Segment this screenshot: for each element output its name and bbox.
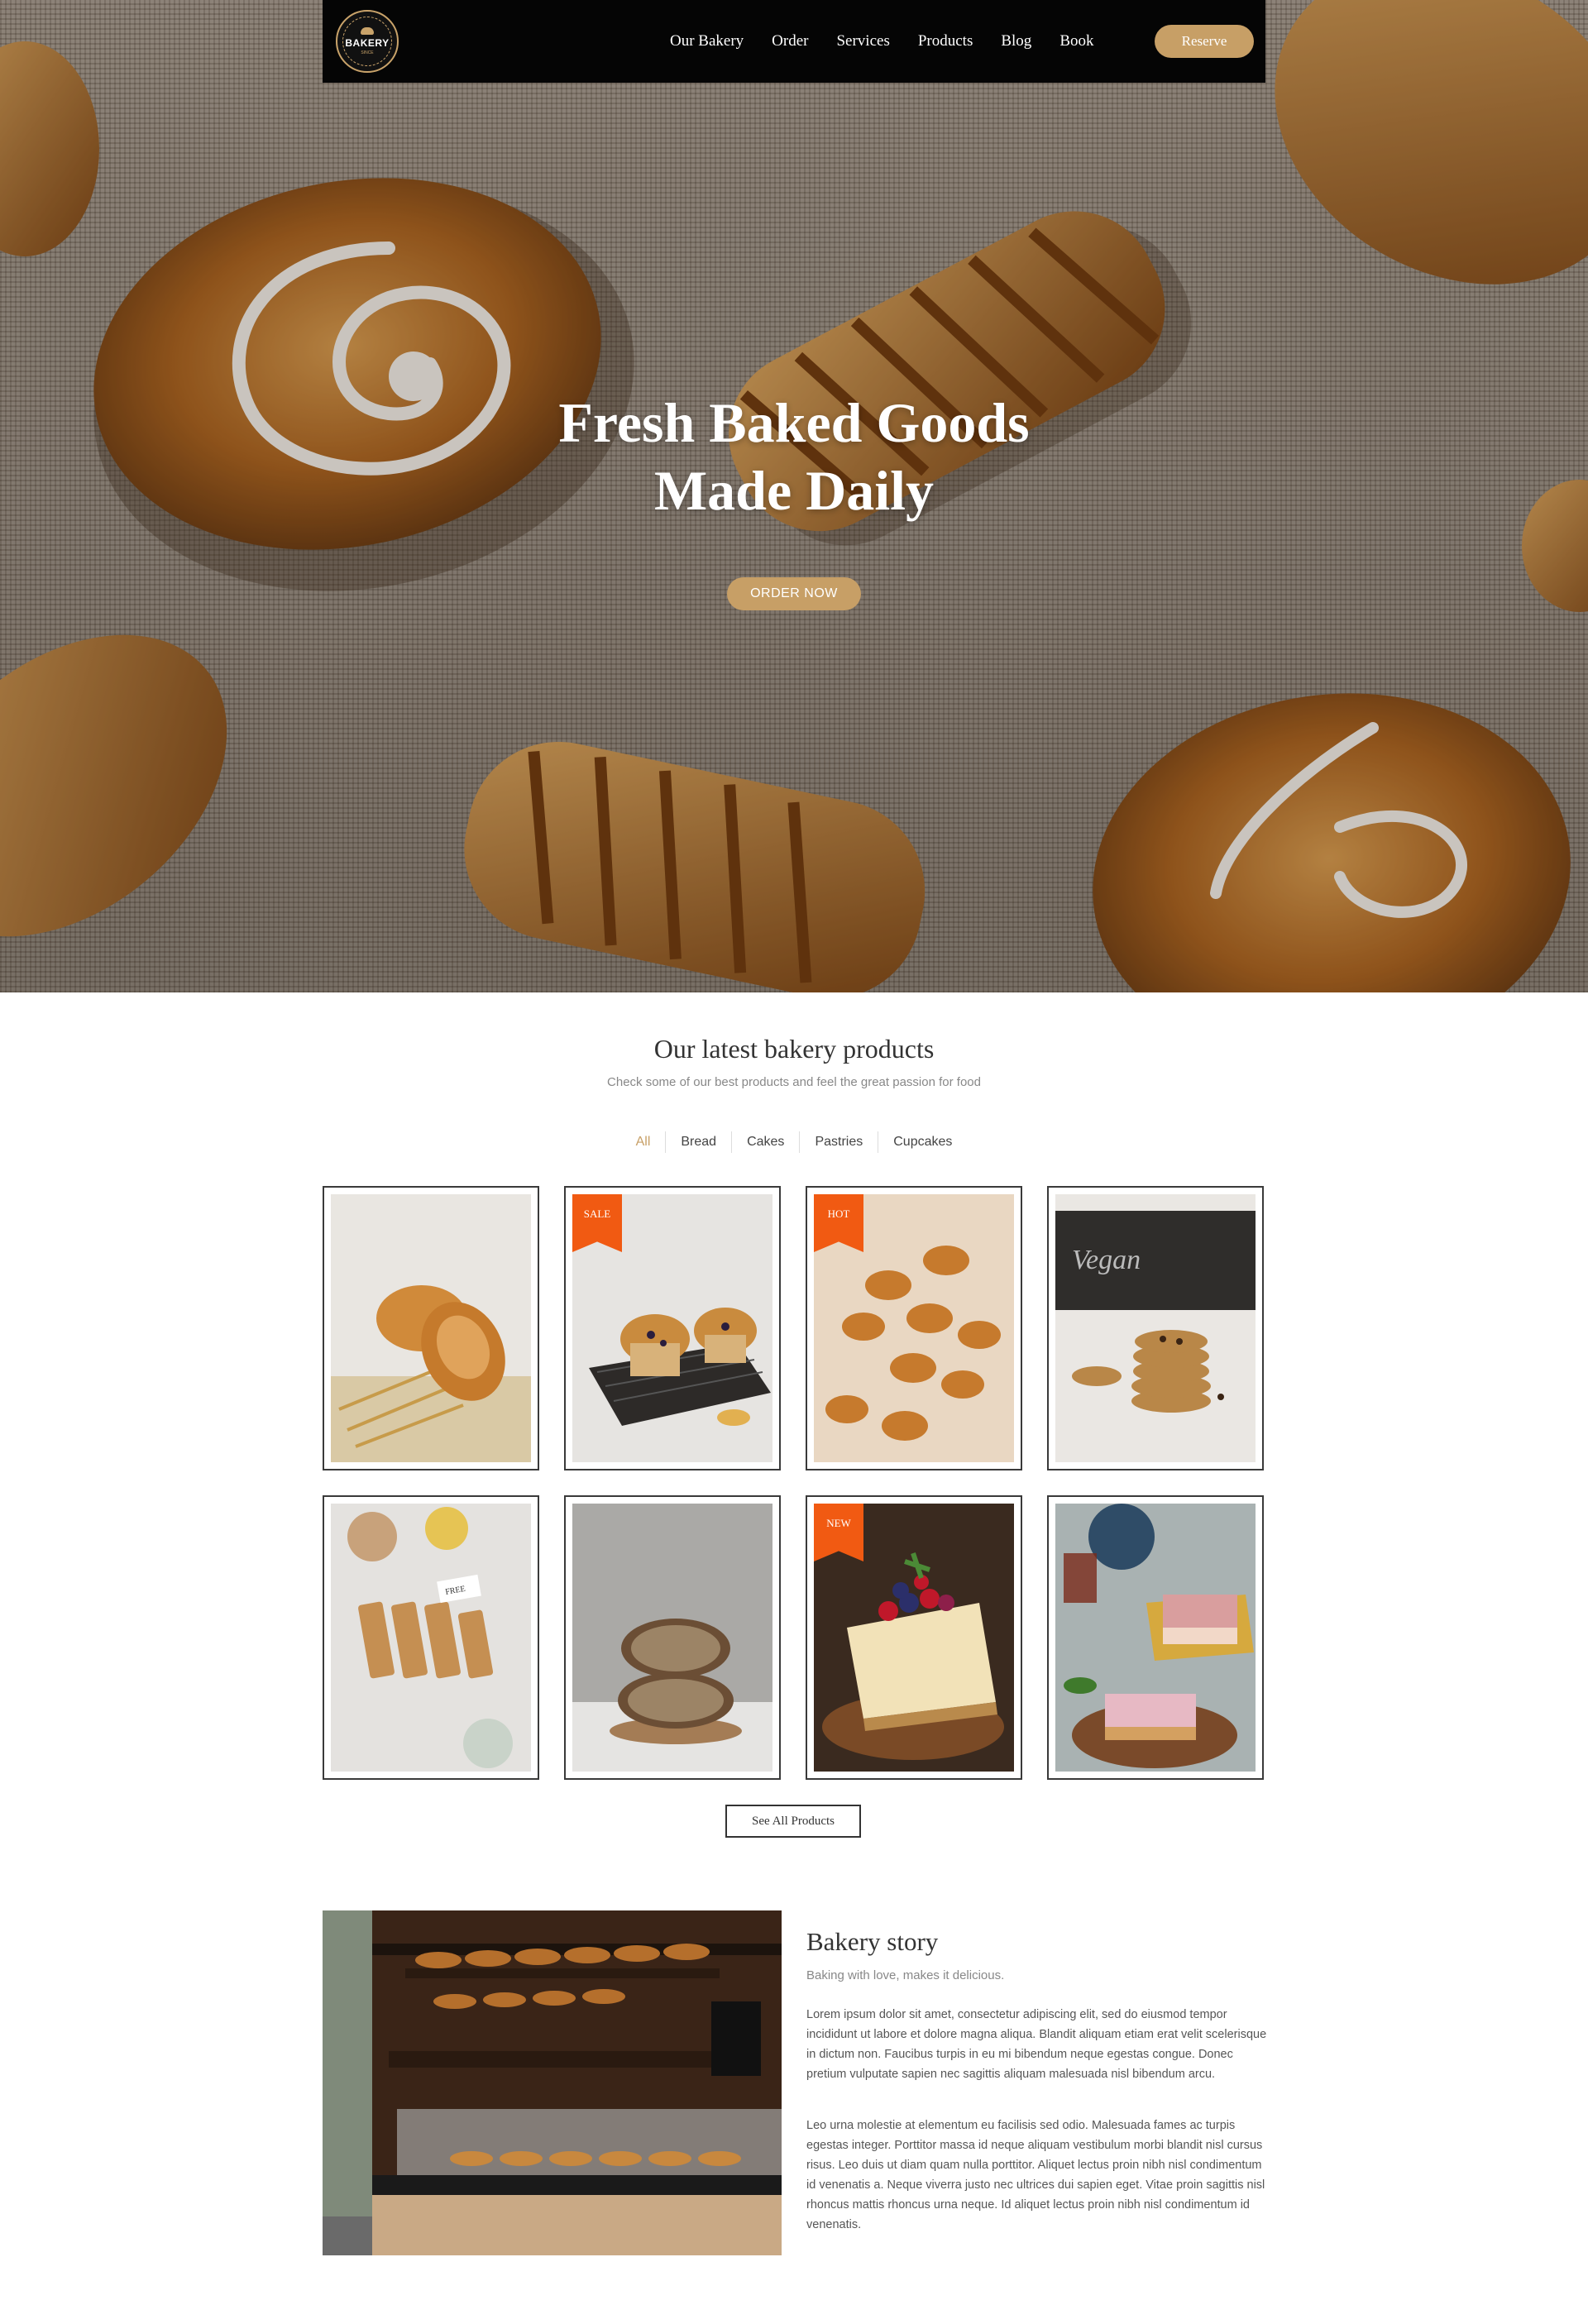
see-all-products-button[interactable]: See All Products [725,1805,861,1838]
logo-badge: BAKERY SINCE [342,17,392,66]
nav-item-services[interactable]: Services [836,32,889,50]
story-subtitle: Baking with love, makes it delicious. [806,1968,1005,1982]
product-image-bread-rolls [331,1194,531,1462]
bakery-logo[interactable]: BAKERY SINCE [336,10,399,73]
product-image-layer-cakes [1055,1504,1256,1772]
nav-menu: Our Bakery Order Services Products Blog … [670,0,1122,83]
reserve-button[interactable]: Reserve [1155,25,1254,58]
filter-cakes[interactable]: Cakes [732,1135,799,1150]
filter-cupcakes[interactable]: Cupcakes [878,1135,967,1150]
product-card[interactable] [323,1186,539,1470]
product-filters: All Bread Cakes Pastries Cupcakes [0,1131,1588,1153]
products-section-title: Our latest bakery products [653,1034,935,1064]
product-image-cookies: Vegan [1055,1194,1256,1462]
product-card[interactable]: SALE [564,1186,781,1470]
nav-item-order[interactable]: Order [772,32,808,50]
svg-text:Vegan: Vegan [1072,1245,1141,1275]
logo-text: BAKERY [345,37,390,49]
product-image-granola-bars: FREE [331,1504,531,1772]
product-card[interactable] [564,1495,781,1780]
products-section-subtitle: Check some of our best products and feel… [607,1075,981,1089]
story-paragraph-2: Leo urna molestie at elementum eu facili… [806,2119,1265,2231]
nav-item-our-bakery[interactable]: Our Bakery [670,32,744,50]
nav-item-book[interactable]: Book [1059,32,1093,50]
filter-pastries[interactable]: Pastries [800,1135,878,1150]
bread-icon [361,27,374,35]
filter-all[interactable]: All [621,1135,666,1150]
bakery-interior-image [323,1910,782,2255]
nav-item-products[interactable]: Products [918,32,973,50]
product-card[interactable]: NEW [806,1495,1022,1780]
story-paragraph-1: Lorem ipsum dolor sit amet, consectetur … [806,2008,1267,2081]
main-navigation: BAKERY SINCE Our Bakery Order Services P… [323,0,1265,83]
product-card[interactable]: FREE [323,1495,539,1780]
story-title: Bakery story [806,1927,939,1956]
hero-title: Fresh Baked Goods Made Daily [0,389,1588,524]
product-image-sourdough [572,1504,772,1772]
product-card[interactable]: HOT [806,1186,1022,1470]
order-now-button[interactable]: ORDER NOW [727,577,861,610]
hero-title-line-2: Made Daily [653,459,935,522]
filter-bread[interactable]: Bread [666,1135,731,1150]
hero-title-line-1: Fresh Baked Goods [558,391,1030,454]
product-card[interactable] [1047,1495,1264,1780]
logo-since-text: SINCE [361,50,374,55]
product-card[interactable]: Vegan [1047,1186,1264,1470]
nav-item-blog[interactable]: Blog [1001,32,1031,50]
